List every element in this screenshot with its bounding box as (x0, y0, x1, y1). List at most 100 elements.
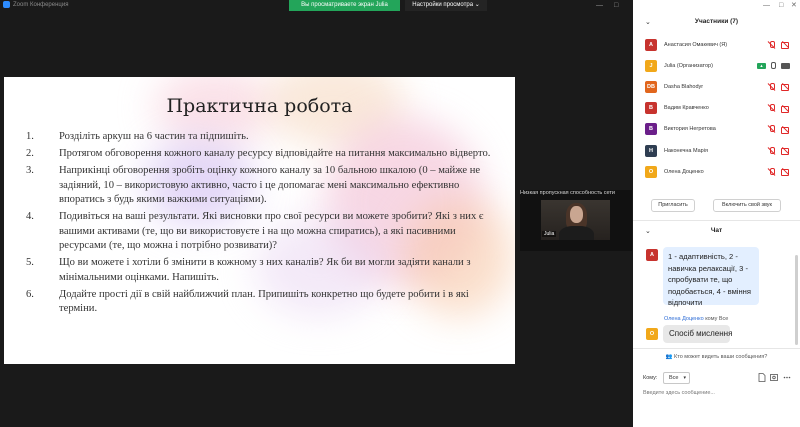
video-tile[interactable]: Низкая пропускная способность сети Julia (520, 190, 632, 251)
participant-row[interactable]: В Виктория Негретова (633, 119, 800, 140)
item-number: 1. (26, 131, 34, 142)
maximize-icon[interactable]: □ (779, 0, 783, 11)
item-text: Розділіть аркуш на 6 частин та підпишіть… (59, 131, 249, 142)
avatar: А (645, 38, 657, 51)
participant-name: Dasha Blahodyr (664, 83, 704, 90)
app-title: Zoom Конференция (3, 1, 68, 8)
camera-on-icon (781, 62, 790, 69)
participant-name: Вадим Кравченко (664, 105, 709, 112)
mic-muted-icon (768, 82, 776, 91)
participant-name: Julia (Организатор) (664, 62, 713, 69)
recipient-label: кому Все (705, 316, 729, 322)
slide-list-item: 3. Наприкінці обговорення зробіть оцінку … (26, 164, 496, 208)
participants-header[interactable]: ⌄ Участники (7) (633, 16, 800, 30)
item-number: 2. (26, 147, 34, 159)
avatar: О (646, 328, 658, 340)
who-can-see-text: Кто может видеть ваши сообщения? (674, 354, 768, 360)
item-number: 4. (26, 211, 34, 223)
side-panel: — □ ✕ ⌄ Участники (7) А Анастасия Омакев… (633, 0, 800, 427)
view-settings-button[interactable]: Настройки просмотра ⌄ (405, 0, 487, 11)
zoom-logo-icon (3, 1, 10, 8)
camera-off-icon[interactable] (781, 41, 790, 50)
camera-off-icon (781, 126, 790, 134)
participant-row[interactable]: А Анастасия Омакевич (Я) (633, 34, 800, 55)
slide-list-item: 2. Протягом обговорення кожного каналу ре… (26, 147, 496, 162)
more-options-icon[interactable] (783, 373, 791, 382)
video-person-body (559, 226, 594, 240)
participant-row[interactable]: J Julia (Организатор) ▲ (633, 55, 800, 76)
divider (633, 348, 800, 349)
participant-row[interactable]: DB Dasha Blahodyr (633, 76, 800, 97)
participants-title: Участники (7) (694, 18, 739, 25)
screen-share-icon: ▲ (757, 62, 766, 69)
recipient-select[interactable]: Все ▾ (663, 372, 690, 384)
participants-list: А Анастасия Омакевич (Я) J Julia (Органи… (633, 34, 800, 182)
chat-title: Чат (710, 227, 723, 234)
mic-muted-icon[interactable] (768, 40, 776, 49)
mic-muted-icon (768, 167, 776, 176)
share-banner: Вы просматриваете экран Julia (289, 0, 400, 11)
participant-row[interactable]: О Олена Доценко (633, 161, 800, 182)
video-name-label: Julia (542, 231, 557, 237)
camera-off-icon (781, 105, 790, 113)
video-person-face (570, 206, 583, 223)
chat-input[interactable] (643, 388, 793, 398)
mic-muted-icon (768, 104, 776, 112)
camera-off-icon (781, 83, 790, 92)
avatar: DB (645, 80, 657, 93)
mic-muted-icon (768, 125, 776, 133)
recipient-label: Кому: (643, 375, 658, 381)
participant-row[interactable]: В Вадим Кравченко (633, 98, 800, 119)
recipient-value: Все (669, 375, 679, 381)
mic-on-icon (771, 62, 776, 70)
participant-row[interactable]: Н Наконечна Марія (633, 140, 800, 161)
minimize-icon[interactable]: — (763, 0, 770, 11)
item-number: 3. (26, 164, 34, 176)
avatar: В (645, 102, 657, 115)
who-can-see-link[interactable]: 👥 Кто может видеть ваши сообщения? (633, 354, 800, 360)
avatar: А (646, 249, 658, 261)
participant-name: Анастасия Омакевич (Я) (664, 41, 728, 48)
item-text: Подивіться на ваші результати. Які висно… (59, 211, 484, 252)
mic-muted-icon (768, 146, 776, 155)
participant-name: Олена Доценко (664, 168, 704, 175)
slide-list-item: 5. Що ви можете і хотіли б змінити в кожн… (26, 256, 496, 285)
item-text: Протягом обговорення кожного каналу ресу… (59, 147, 491, 159)
chat-header[interactable]: ⌄ Чат (633, 225, 800, 239)
participant-name: Виктория Негретова (664, 126, 716, 133)
close-icon[interactable]: ✕ (791, 0, 797, 11)
screenshot-icon[interactable] (770, 373, 778, 382)
item-number: 6. (26, 288, 34, 300)
app-title-text: Zoom Конференция (13, 1, 69, 8)
camera-off-icon (781, 147, 790, 156)
sender-name[interactable]: Олена Доценко (664, 316, 704, 322)
chat-message: 1 - адаптивність, 2 - навичка релаксації… (663, 247, 759, 307)
item-text: Додайте прості дії в свій найближчий пла… (59, 288, 469, 315)
maximize-icon[interactable]: □ (614, 0, 618, 11)
item-number: 5. (26, 257, 34, 269)
file-icon[interactable] (758, 373, 766, 382)
title-bar: Zoom Конференция Вы просматриваете экран… (0, 0, 633, 11)
item-text: Що ви можете і хотіли б змінити в кожном… (59, 257, 471, 283)
chat-scrollbar[interactable] (795, 255, 798, 345)
unmute-button[interactable]: Включить свой звук (713, 199, 781, 212)
item-text: Наприкінці обговорення зробіть оцінку ко… (59, 164, 481, 206)
minimize-icon[interactable]: — (596, 0, 603, 11)
participant-actions: Пригласить Включить свой звук (633, 199, 800, 213)
bottom-area (0, 370, 633, 427)
slide-list-item: 4. Подивіться на ваші результати. Які вис… (26, 210, 496, 254)
invite-button[interactable]: Пригласить (651, 199, 695, 212)
slide-title: Практична робота (166, 95, 353, 117)
avatar: J (645, 59, 657, 72)
view-settings-label: Настройки просмотра (412, 2, 474, 8)
shared-screen-slide: Практична робота 1. Розділіть аркуш на 6 … (4, 77, 515, 364)
chat-message: Спосіб мислення (663, 325, 732, 343)
slide-list-item: 6. Додайте прості дії в свій найближчий п… (26, 288, 496, 317)
slide-list-item: 1. Розділіть аркуш на 6 частин та підпиші… (26, 130, 496, 145)
divider (633, 220, 800, 221)
camera-off-icon (781, 168, 790, 177)
bandwidth-notice: Низкая пропускная способность сети (520, 190, 615, 196)
avatar: В (645, 123, 657, 136)
slide-list: 1. Розділіть аркуш на 6 частин та підпиші… (26, 130, 496, 319)
chevron-down-icon: ▾ (683, 375, 686, 381)
